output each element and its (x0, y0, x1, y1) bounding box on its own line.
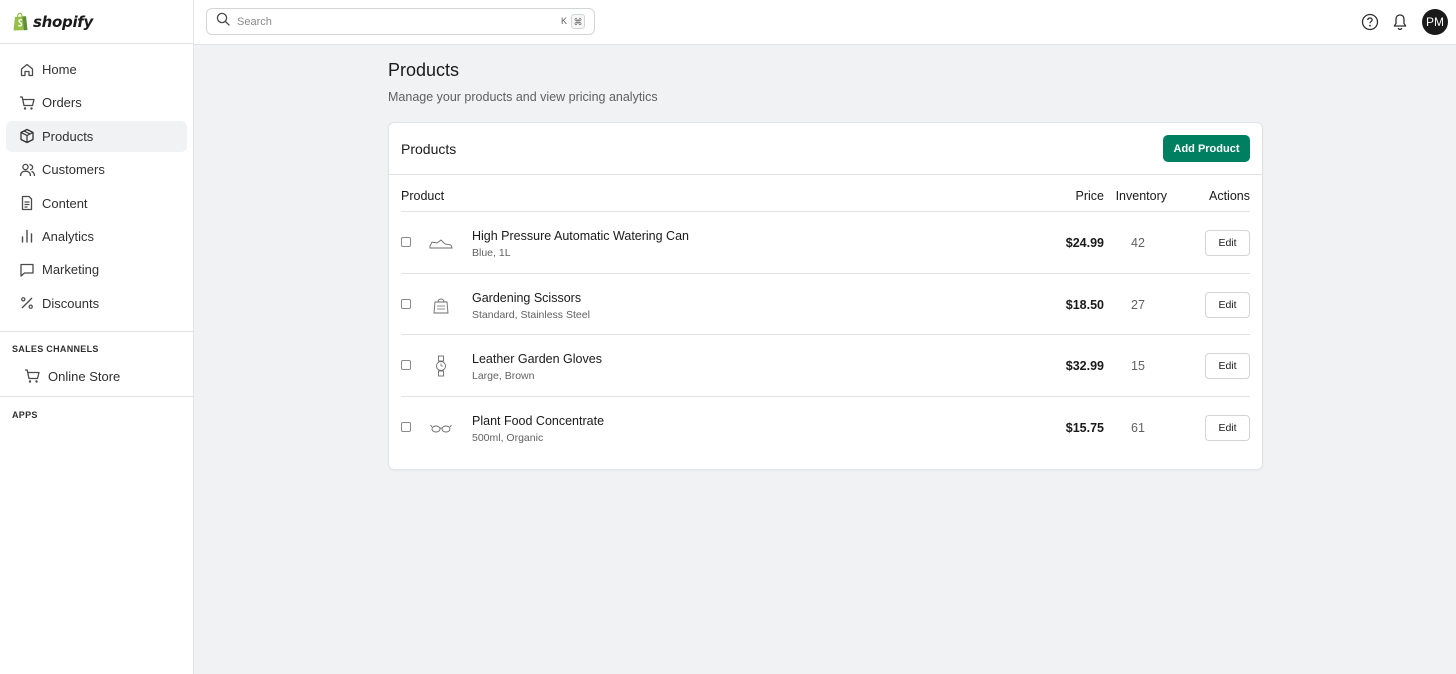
glasses-thumbnail-icon (429, 416, 453, 440)
card-title: Products (401, 140, 457, 157)
sidebar-item-label: Home (42, 62, 77, 77)
sidebar-item-label: Content (42, 195, 88, 211)
column-header-product[interactable]: Product (401, 189, 444, 203)
topbar: K ⌘ PM (194, 0, 1456, 45)
bag-thumbnail-icon (429, 293, 453, 317)
sidebar-item-content[interactable]: Content (6, 188, 187, 219)
sidebar-item-label: Orders (42, 95, 82, 111)
page-subtitle: Manage your products and view pricing an… (388, 90, 658, 104)
percent-icon (18, 294, 36, 312)
page-title: Products (388, 60, 460, 80)
sidebar-item-orders[interactable]: Orders (6, 87, 187, 118)
row-checkbox[interactable] (401, 421, 411, 432)
cart-icon (24, 367, 42, 385)
card-header: Products Add Product (389, 123, 1262, 175)
product-variant: Large, Brown (472, 370, 535, 382)
sidebar-nav: Home Orders Products Customers Content A… (0, 44, 193, 333)
sidebar-item-online-store[interactable]: Online Store (12, 366, 193, 386)
product-inventory: 42 (1131, 236, 1145, 250)
sidebar-item-label: Marketing (42, 262, 100, 278)
product-name[interactable]: High Pressure Automatic Watering Can (472, 229, 689, 243)
table-header: Product Price Inventory Actions (401, 175, 1250, 212)
sales-channels-title: SALES CHANNELS (12, 344, 99, 355)
sidebar-item-products[interactable]: Products (6, 120, 187, 152)
edit-button[interactable]: Edit (1205, 353, 1250, 379)
edit-button[interactable]: Edit (1205, 414, 1250, 441)
search-input[interactable] (237, 15, 537, 28)
sidebar-item-home[interactable]: Home (6, 54, 187, 85)
shortcut-modifier: ⌘ (571, 14, 585, 29)
sidebar: shopify Home Orders Products Customers C… (0, 0, 194, 674)
add-product-button[interactable]: Add Product (1163, 135, 1250, 162)
row-checkbox[interactable] (401, 237, 411, 247)
product-inventory: 27 (1131, 297, 1145, 312)
sidebar-item-marketing[interactable]: Marketing (6, 254, 187, 285)
edit-button[interactable]: Edit (1205, 291, 1250, 318)
product-inventory: 61 (1131, 420, 1145, 435)
avatar[interactable]: PM (1422, 9, 1448, 35)
table-row[interactable]: Gardening Scissors Standard, Stainless S… (401, 274, 1250, 335)
sidebar-item-label: Discounts (42, 295, 100, 311)
shortcut-key: K (560, 16, 567, 26)
brand-name: shopify (33, 12, 93, 31)
product-variant: 500ml, Organic (472, 431, 544, 444)
watch-thumbnail-icon (429, 354, 453, 378)
chat-icon (18, 261, 36, 279)
sidebar-item-discounts[interactable]: Discounts (6, 288, 187, 319)
product-price: $32.99 (1065, 359, 1104, 373)
row-checkbox[interactable] (401, 360, 411, 370)
column-header-actions: Actions (1209, 189, 1250, 203)
document-icon (18, 194, 36, 212)
sidebar-item-label: Customers (42, 162, 105, 178)
notification-bell-icon[interactable] (1388, 10, 1412, 34)
product-price: $24.99 (1065, 236, 1104, 250)
sidebar-item-customers[interactable]: Customers (6, 154, 187, 185)
search-bar[interactable]: K ⌘ (206, 8, 595, 35)
product-name[interactable]: Plant Food Concentrate (472, 414, 604, 428)
product-price: $15.75 (1065, 420, 1104, 435)
product-name[interactable]: Leather Garden Gloves (472, 352, 602, 366)
sales-channels-section: SALES CHANNELS Online Store (0, 332, 193, 398)
products-table: Product Price Inventory Actions High Pre… (401, 175, 1250, 458)
row-checkbox[interactable] (401, 298, 411, 309)
search-icon (216, 12, 230, 31)
help-icon[interactable] (1358, 10, 1382, 34)
sidebar-item-label: Analytics (42, 228, 95, 244)
tag-box-icon (18, 127, 36, 145)
sidebar-item-analytics[interactable]: Analytics (6, 221, 187, 252)
product-name[interactable]: Gardening Scissors (472, 291, 581, 305)
apps-title: APPS (12, 410, 38, 421)
column-header-price[interactable]: Price (1076, 189, 1104, 203)
table-row[interactable]: Leather Garden Gloves Large, Brown $32.9… (401, 335, 1250, 397)
cart-icon (18, 94, 36, 112)
brand-logo[interactable]: shopify (0, 0, 193, 44)
products-card: Products Add Product Product Price Inven… (388, 122, 1263, 470)
sidebar-item-label: Products (42, 128, 94, 144)
product-price: $18.50 (1065, 297, 1104, 312)
product-variant: Blue, 1L (472, 247, 511, 259)
people-icon (18, 161, 36, 179)
shoe-thumbnail-icon (429, 231, 453, 255)
edit-button[interactable]: Edit (1205, 230, 1250, 256)
product-variant: Standard, Stainless Steel (472, 308, 590, 321)
topbar-actions: PM (1352, 9, 1448, 35)
product-inventory: 15 (1131, 359, 1145, 373)
shopify-bag-icon (12, 12, 29, 31)
apps-section: APPS (0, 397, 193, 420)
main-content: Products Manage your products and view p… (388, 60, 1263, 470)
table-row[interactable]: Plant Food Concentrate 500ml, Organic $1… (401, 397, 1250, 459)
sidebar-item-label: Online Store (48, 368, 121, 384)
column-header-inventory[interactable]: Inventory (1116, 189, 1167, 203)
table-row[interactable]: High Pressure Automatic Watering Can Blu… (401, 212, 1250, 274)
bar-chart-icon (18, 227, 36, 245)
home-icon (18, 61, 36, 79)
